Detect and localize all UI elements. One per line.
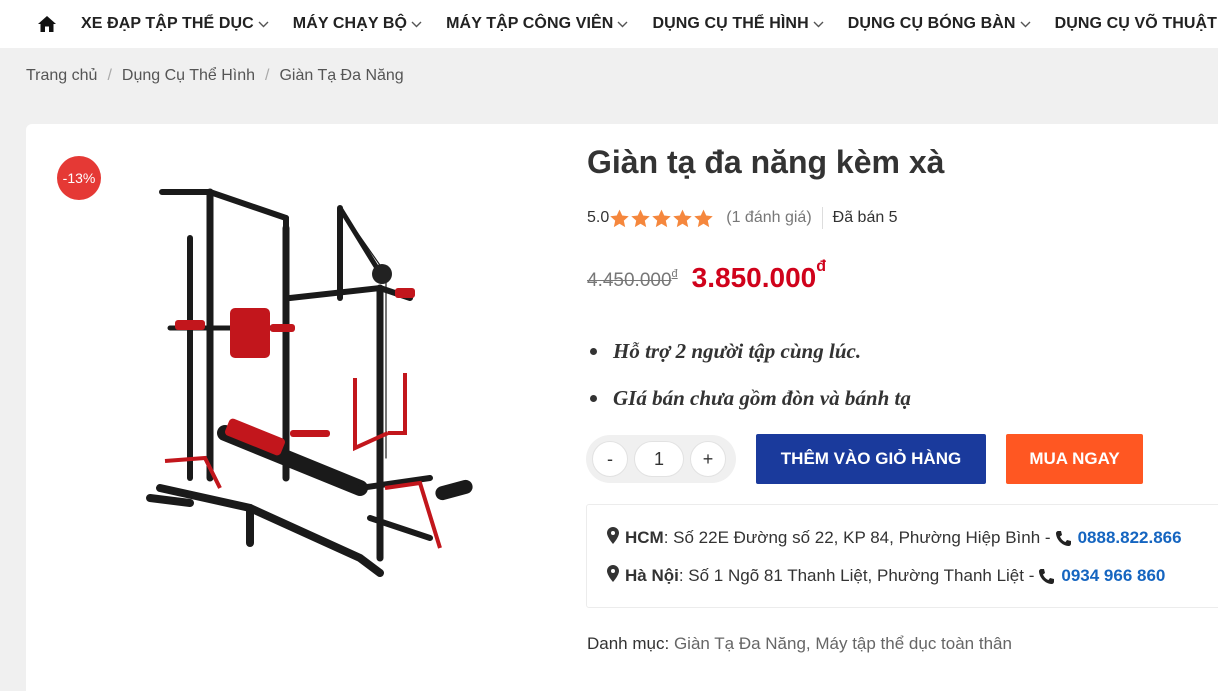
chevron-down-icon	[1020, 21, 1031, 28]
feature-text: Hỗ trợ 2 người tập cùng lúc.	[613, 339, 862, 363]
add-to-cart-button[interactable]: THÊM VÀO GIỎ HÀNG	[756, 434, 986, 484]
product-image[interactable]	[130, 178, 480, 598]
category-links[interactable]: Giàn Tạ Đa Năng, Máy tập thể dục toàn th…	[674, 634, 1012, 653]
nav-item-martial[interactable]: DỤNG CỤ VÕ THUẬT	[1055, 15, 1217, 33]
currency-symbol: đ	[816, 258, 827, 275]
breadcrumb: Trang chủ / Dụng Cụ Thể Hình / Giàn Tạ Đ…	[26, 67, 404, 85]
home-icon[interactable]	[37, 14, 57, 34]
feature-text: GIá bán chưa gồm đòn và bánh tạ	[613, 386, 911, 410]
store-info-box: HCM : Số 22E Đường số 22, KP 84, Phường …	[586, 504, 1218, 608]
star-icon	[694, 209, 713, 227]
nav-item-park[interactable]: MÁY TẬP CÔNG VIÊN	[446, 15, 628, 33]
rating-score: 5.0	[587, 209, 610, 226]
breadcrumb-home[interactable]: Trang chủ	[26, 67, 97, 85]
quantity-stepper: - +	[586, 435, 736, 483]
store-city: HCM	[625, 528, 664, 547]
divider	[821, 207, 823, 229]
store-address: : Số 1 Ngõ 81 Thanh Liệt, Phường Thanh L…	[678, 566, 1035, 585]
rating-stars	[609, 208, 714, 229]
nav-item-label: MÁY CHẠY BỘ	[292, 15, 408, 32]
star-icon	[631, 209, 650, 227]
breadcrumb-separator: /	[107, 67, 112, 84]
store-address: : Số 22E Đường số 22, KP 84, Phường Hiệp…	[663, 528, 1051, 547]
feature-item: Hỗ trợ 2 người tập cùng lúc.	[590, 328, 911, 375]
phone-icon	[1038, 568, 1055, 585]
chevron-down-icon	[411, 21, 422, 28]
category-row: Danh mục: Giàn Tạ Đa Năng, Máy tập thể d…	[587, 634, 1012, 654]
buy-now-button[interactable]: MUA NGAY	[1006, 434, 1143, 484]
store-phone-link[interactable]: 0888.822.866	[1078, 528, 1182, 548]
discount-badge: -13%	[57, 156, 101, 200]
bullet	[590, 348, 597, 355]
breadcrumb-separator: /	[265, 67, 270, 84]
nav-item-label: XE ĐẠP TẬP THỂ DỤC	[81, 15, 254, 32]
category-label: Danh mục:	[587, 634, 670, 653]
currency-symbol: đ	[671, 268, 678, 280]
nav-item-label: MÁY TẬP CÔNG VIÊN	[446, 15, 614, 32]
product-title: Giàn tạ đa năng kèm xà	[587, 144, 945, 180]
map-pin-icon	[607, 527, 619, 549]
old-price-value: 4.450.000	[587, 270, 672, 291]
star-icon	[652, 209, 671, 227]
nav-item-label: DỤNG CỤ VÕ THUẬT	[1054, 15, 1218, 32]
store-row-hcm: HCM : Số 22E Đường số 22, KP 84, Phường …	[607, 527, 1182, 549]
store-row-hanoi: Hà Nội : Số 1 Ngõ 81 Thanh Liệt, Phường …	[607, 565, 1165, 587]
old-price: 4.450.000đ	[587, 268, 678, 292]
star-icon	[610, 209, 629, 227]
nav-item-fitness[interactable]: DỤNG CỤ THỂ HÌNH	[652, 15, 824, 33]
feature-item: GIá bán chưa gồm đòn và bánh tạ	[590, 375, 911, 422]
nav-item-label: DỤNG CỤ THỂ HÌNH	[652, 15, 809, 32]
star-icon	[673, 209, 692, 227]
chevron-down-icon	[258, 21, 269, 28]
nav-item-label: DỤNG CỤ BÓNG BÀN	[847, 15, 1016, 32]
rating-row: 5.0 (1 đánh giá) Đã bán 5	[587, 207, 898, 229]
chevron-down-icon	[617, 21, 628, 28]
quantity-input[interactable]	[634, 441, 684, 477]
decrease-button[interactable]: -	[592, 441, 628, 477]
main-nav: XE ĐẠP TẬP THỂ DỤC MÁY CHẠY BỘ MÁY TẬP C…	[0, 0, 1218, 48]
nav-item-pingpong[interactable]: DỤNG CỤ BÓNG BÀN	[848, 15, 1031, 33]
phone-icon	[1055, 530, 1072, 547]
breadcrumb-current: Giàn Tạ Đa Năng	[279, 67, 404, 84]
chevron-down-icon	[813, 21, 824, 28]
increase-button[interactable]: +	[690, 441, 726, 477]
store-phone-link[interactable]: 0934 966 860	[1061, 566, 1165, 586]
breadcrumb-category[interactable]: Dụng Cụ Thể Hình	[122, 67, 255, 85]
review-count-link[interactable]: (1 đánh giá)	[726, 209, 811, 227]
new-price-value: 3.850.000	[691, 262, 817, 293]
store-city: Hà Nội	[625, 566, 679, 585]
feature-list: Hỗ trợ 2 người tập cùng lúc. GIá bán chư…	[590, 328, 911, 422]
bullet	[590, 395, 597, 402]
nav-item-treadmill[interactable]: MÁY CHẠY BỘ	[293, 15, 422, 33]
map-pin-icon	[607, 565, 619, 587]
new-price: 3.850.000đ	[691, 258, 826, 294]
nav-item-bikes[interactable]: XE ĐẠP TẬP THỂ DỤC	[81, 15, 269, 33]
sold-count: Đã bán 5	[832, 209, 898, 226]
price-row: 4.450.000đ 3.850.000đ	[587, 258, 826, 294]
